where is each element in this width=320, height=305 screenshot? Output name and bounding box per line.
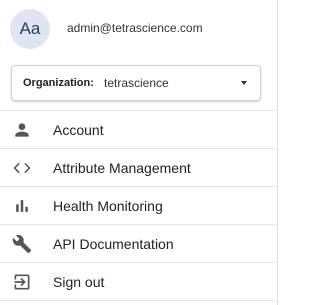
organization-value: tetrascience: [104, 76, 169, 90]
bar-chart-icon: [12, 196, 32, 216]
user-header: Aa admin@tetrascience.com: [0, 0, 277, 58]
menu-item-label: Attribute Management: [53, 160, 191, 176]
code-brackets-icon: [12, 158, 32, 178]
menu-item-label: Health Monitoring: [53, 198, 163, 214]
user-email: admin@tetrascience.com: [67, 21, 203, 35]
menu-item-sign-out[interactable]: Sign out: [0, 263, 277, 301]
organization-label: Organization:: [23, 77, 94, 89]
menu-list: Account Attribute Management Health Moni…: [0, 110, 277, 301]
menu-item-attribute-management[interactable]: Attribute Management: [0, 149, 277, 187]
sign-out-icon: [12, 272, 32, 292]
user-menu: Aa admin@tetrascience.com Organization: …: [0, 0, 278, 305]
menu-item-label: Account: [53, 122, 104, 138]
avatar[interactable]: Aa: [10, 9, 50, 49]
menu-item-label: API Documentation: [53, 236, 174, 252]
menu-item-api-documentation[interactable]: API Documentation: [0, 225, 277, 263]
menu-item-account[interactable]: Account: [0, 111, 277, 149]
organization-select[interactable]: Organization: tetrascience: [11, 65, 261, 101]
person-icon: [12, 120, 32, 140]
menu-item-health-monitoring[interactable]: Health Monitoring: [0, 187, 277, 225]
menu-item-label: Sign out: [53, 274, 105, 290]
wrench-icon: [12, 234, 32, 254]
caret-down-icon: [241, 81, 247, 85]
